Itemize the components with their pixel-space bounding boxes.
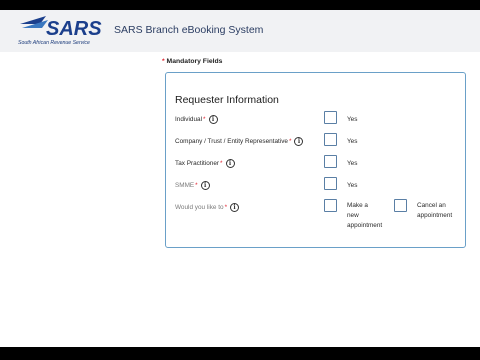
make-appointment-label: Make a new appointment [347,202,383,229]
individual-yes-label: Yes [347,116,358,123]
requester-information-card: Requester Information Individual * i Yes … [165,72,466,248]
app-header: SARS South African Revenue Service SARS … [0,10,480,52]
page: SARS South African Revenue Service SARS … [0,10,480,347]
make-appointment-checkbox[interactable] [324,199,337,212]
smme-label: SMME * i [175,181,210,190]
would-you-like-to-label: Would you like to * i [175,203,240,212]
mandatory-label: Mandatory Fields [166,58,223,65]
sars-logo-mark: SARS [20,16,102,40]
info-icon[interactable]: i [294,137,304,146]
mandatory-fields-note: * Mandatory Fields [162,58,222,65]
tax-practitioner-yes-label: Yes [347,160,358,167]
section-title: Requester Information [175,94,279,106]
smme-yes-label: Yes [347,182,358,189]
cancel-appointment-label: Cancel an appointment [417,202,453,219]
logo-tagline: South African Revenue Service [18,40,90,46]
info-icon[interactable]: i [200,181,210,190]
mandatory-star: * [162,58,165,65]
app-title: SARS Branch eBooking System [114,24,264,36]
logo-wordmark: SARS [46,18,102,40]
company-representative-label: Company / Trust / Entity Representative *… [175,137,304,146]
info-icon[interactable]: i [230,203,240,212]
tax-practitioner-yes-checkbox[interactable] [324,155,337,168]
sars-logo: SARS South African Revenue Service [18,14,110,48]
company-yes-label: Yes [347,138,358,145]
info-icon[interactable]: i [208,115,218,124]
individual-label: Individual * i [175,115,218,124]
tax-practitioner-label: Tax Practitioner * i [175,159,235,168]
company-yes-checkbox[interactable] [324,133,337,146]
smme-yes-checkbox[interactable] [324,177,337,190]
info-icon[interactable]: i [225,159,235,168]
cancel-appointment-checkbox[interactable] [394,199,407,212]
individual-yes-checkbox[interactable] [324,111,337,124]
